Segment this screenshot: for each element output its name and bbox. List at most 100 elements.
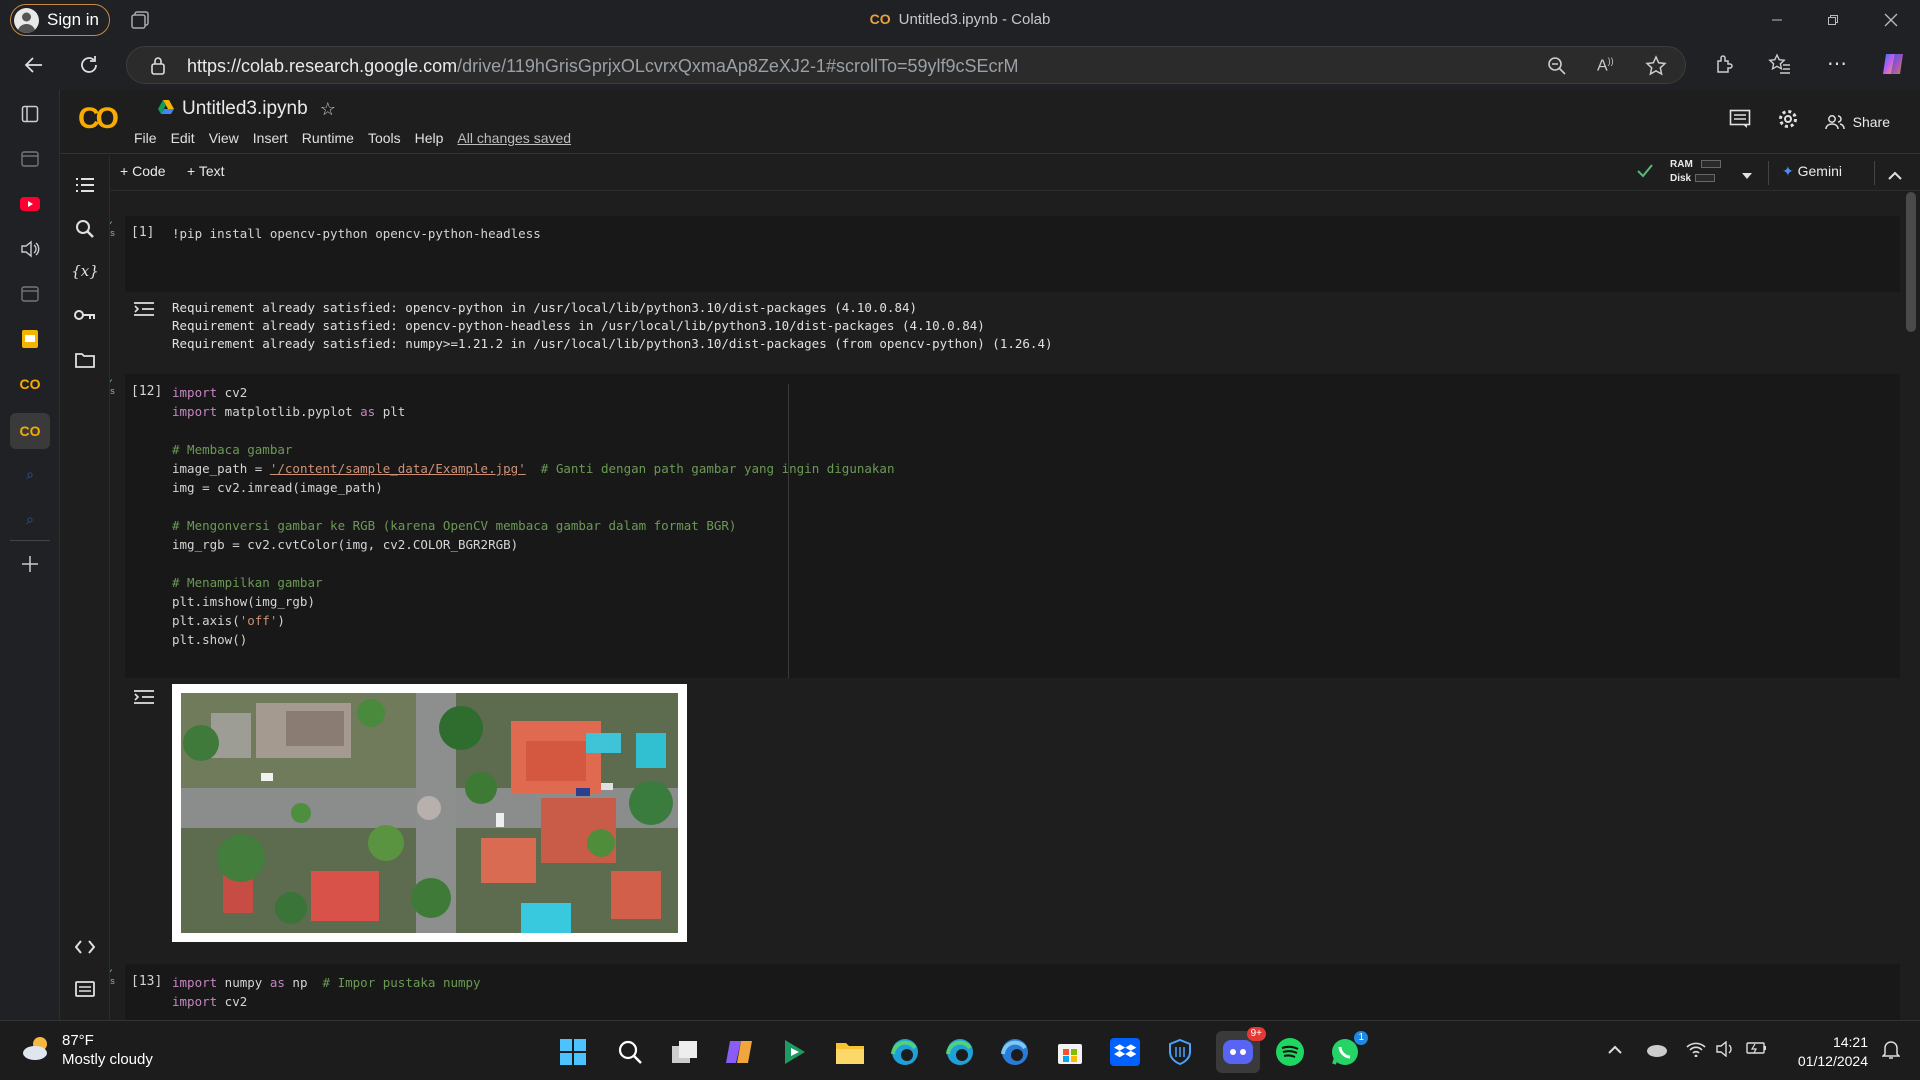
windows-start-icon[interactable] — [556, 1035, 590, 1069]
address-bar[interactable]: https://colab.research.google.com/drive/… — [126, 46, 1686, 84]
extensions-icon[interactable] — [1713, 53, 1735, 80]
code-snippets-icon[interactable] — [73, 935, 97, 959]
secrets-key-icon[interactable] — [73, 303, 97, 327]
close-window-button[interactable] — [1868, 6, 1914, 34]
search-tab-icon[interactable]: ⌕ — [16, 460, 44, 488]
menu-edit[interactable]: Edit — [171, 130, 195, 146]
minimize-button[interactable] — [1754, 6, 1800, 34]
notifications-bell-icon[interactable] — [1881, 1039, 1901, 1064]
cell-3-time: 0s — [110, 976, 115, 986]
table-of-contents-icon[interactable] — [73, 173, 97, 197]
cell-3-code[interactable]: import numpy as np # Impor pustaka numpy… — [172, 973, 481, 1011]
system-clock[interactable]: 14:21 01/12/2024 — [1798, 1033, 1868, 1071]
edge-icon[interactable] — [888, 1035, 922, 1069]
variables-icon[interactable]: {x} — [71, 259, 99, 283]
output-toggle-icon[interactable] — [133, 688, 155, 706]
command-palette-icon[interactable] — [73, 977, 97, 1001]
window-title: CO Untitled3.ipynb - Colab — [0, 11, 1920, 28]
menu-file[interactable]: File — [134, 130, 157, 146]
cell-1-code[interactable]: !pip install opencv-python opencv-python… — [172, 224, 541, 243]
security-shield-icon[interactable] — [1163, 1035, 1197, 1069]
restore-button[interactable] — [1810, 6, 1856, 34]
search-tab-icon-2[interactable]: ⌕ — [16, 505, 44, 533]
plus-icon: + — [187, 163, 199, 179]
taskbar-search-icon[interactable] — [613, 1035, 647, 1069]
resource-monitor[interactable]: RAM Disk — [1670, 158, 1721, 186]
file-explorer-icon[interactable] — [833, 1035, 867, 1069]
code-line: import matplotlib.pyplot as plt — [172, 404, 406, 419]
menu-runtime[interactable]: Runtime — [302, 130, 354, 146]
colab-tab-icon[interactable]: CO — [16, 370, 44, 398]
media-player-icon[interactable] — [778, 1035, 812, 1069]
cell-2-exec-count[interactable]: [12] — [131, 384, 162, 399]
save-status-link[interactable]: All changes saved — [457, 130, 571, 146]
battery-icon[interactable] — [1746, 1041, 1768, 1060]
show-hidden-icons-icon[interactable] — [1608, 1041, 1622, 1059]
notebook-title: Untitled3.ipynb ☆ — [158, 98, 336, 120]
discord-notification-badge: 9+ — [1246, 1027, 1266, 1041]
favorites-icon[interactable] — [1768, 53, 1792, 80]
aerial-image-output — [172, 684, 687, 942]
favorite-star-icon[interactable] — [1645, 55, 1667, 82]
edge-icon-2[interactable] — [943, 1035, 977, 1069]
microsoft-store-icon[interactable] — [1053, 1035, 1087, 1069]
tab-panel-icon[interactable] — [16, 100, 44, 128]
read-aloud-icon[interactable]: A)) — [1597, 56, 1614, 75]
dropbox-icon[interactable] — [1108, 1035, 1142, 1069]
url-text[interactable]: https://colab.research.google.com/drive/… — [187, 56, 1019, 77]
youtube-tab-icon[interactable] — [16, 190, 44, 218]
add-text-cell-button[interactable]: + Text — [187, 163, 225, 179]
colab-active-tab-icon[interactable]: CO — [10, 413, 50, 449]
back-button[interactable] — [21, 52, 47, 78]
slides-tab-icon[interactable] — [16, 325, 44, 353]
code-line: image_path = '/content/sample_data/Examp… — [172, 461, 895, 476]
copilot-taskbar-icon[interactable] — [723, 1035, 757, 1069]
gemini-button[interactable]: ✦ Gemini — [1782, 163, 1842, 180]
whatsapp-icon[interactable]: 1 — [1328, 1031, 1368, 1069]
share-label: Share — [1852, 113, 1890, 130]
add-code-cell-button[interactable]: + Code — [120, 163, 166, 179]
code-line: plt.axis('off') — [172, 613, 285, 628]
onedrive-cloud-icon[interactable] — [1646, 1041, 1668, 1062]
settings-gear-icon[interactable] — [1777, 108, 1799, 135]
notebook-scrollbar[interactable] — [1906, 192, 1916, 332]
edge-beta-icon[interactable] — [998, 1035, 1032, 1069]
volume-icon[interactable] — [1716, 1040, 1736, 1062]
google-drive-icon[interactable] — [158, 98, 174, 120]
wifi-icon[interactable] — [1686, 1041, 1706, 1062]
task-view-icon[interactable] — [668, 1035, 702, 1069]
new-tab-icon[interactable] — [16, 550, 44, 578]
tab-icon-page[interactable] — [16, 145, 44, 173]
code-line: plt.show() — [172, 632, 248, 647]
refresh-button[interactable] — [76, 52, 102, 78]
menu-insert[interactable]: Insert — [253, 130, 288, 146]
menu-tools[interactable]: Tools — [368, 130, 401, 146]
comments-icon[interactable] — [1729, 109, 1751, 134]
menu-help[interactable]: Help — [415, 130, 444, 146]
cell-1-exec-count[interactable]: [1] — [131, 225, 154, 240]
spotify-icon[interactable] — [1273, 1035, 1307, 1069]
output-toggle-icon[interactable] — [133, 300, 155, 318]
files-folder-icon[interactable] — [73, 348, 97, 372]
cell-2-code[interactable]: import cv2 import matplotlib.pyplot as pl… — [172, 383, 895, 649]
speaker-tab-icon[interactable] — [16, 235, 44, 263]
copilot-icon[interactable] — [1880, 51, 1906, 82]
search-icon[interactable] — [73, 217, 97, 241]
more-options-icon[interactable]: ⋯ — [1827, 51, 1847, 76]
zoom-icon[interactable] — [1547, 56, 1567, 81]
cell-3-exec-count[interactable]: [13] — [131, 974, 162, 989]
lock-icon[interactable] — [149, 56, 167, 81]
menu-view[interactable]: View — [209, 130, 239, 146]
code-cell-3[interactable]: ✓0s [13] import numpy as np # Impor pust… — [110, 964, 1900, 1020]
notebook-name[interactable]: Untitled3.ipynb — [182, 98, 308, 120]
tab-icon-page-2[interactable] — [16, 280, 44, 308]
discord-icon[interactable]: 9+ — [1216, 1027, 1266, 1073]
code-cell-1[interactable]: ✓6s [1] !pip install opencv-python openc… — [110, 216, 1900, 292]
collapse-header-icon[interactable] — [1888, 167, 1902, 185]
star-icon[interactable]: ☆ — [320, 99, 336, 120]
colab-logo[interactable]: CO — [78, 102, 119, 136]
share-button[interactable]: Share — [1824, 113, 1890, 130]
runtime-dropdown-icon[interactable] — [1741, 167, 1753, 185]
code-cell-2[interactable]: ✓0s [12] import cv2 import matplotlib.pyp… — [110, 374, 1900, 678]
weather-widget[interactable]: 87°F Mostly cloudy — [20, 1031, 153, 1069]
